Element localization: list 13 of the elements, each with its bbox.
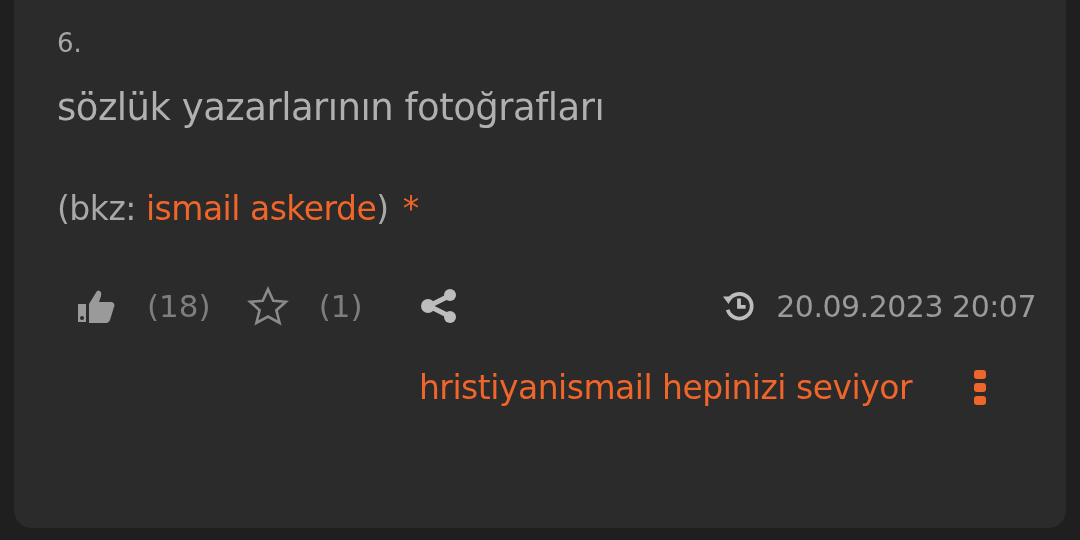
- reference-link[interactable]: ismail askerde: [145, 189, 377, 228]
- share-icon[interactable]: [418, 288, 459, 324]
- favorite-count: (1): [318, 288, 363, 324]
- more-options-icon[interactable]: [974, 369, 986, 406]
- entry-number: 6.: [57, 28, 83, 58]
- thumbs-up-icon[interactable]: [75, 288, 117, 324]
- star-icon[interactable]: [246, 286, 289, 326]
- asterisk-link[interactable]: *: [402, 189, 419, 228]
- like-count: (18): [147, 288, 211, 324]
- reference-text: (bkz: ismail askerde): [57, 189, 389, 228]
- entry-text: sözlük yazarlarının fotoğrafları: [57, 86, 606, 129]
- entry-date: 20.09.2023 20:07: [776, 288, 1036, 324]
- author-link[interactable]: hristiyanismail hepinizi seviyor: [418, 368, 912, 407]
